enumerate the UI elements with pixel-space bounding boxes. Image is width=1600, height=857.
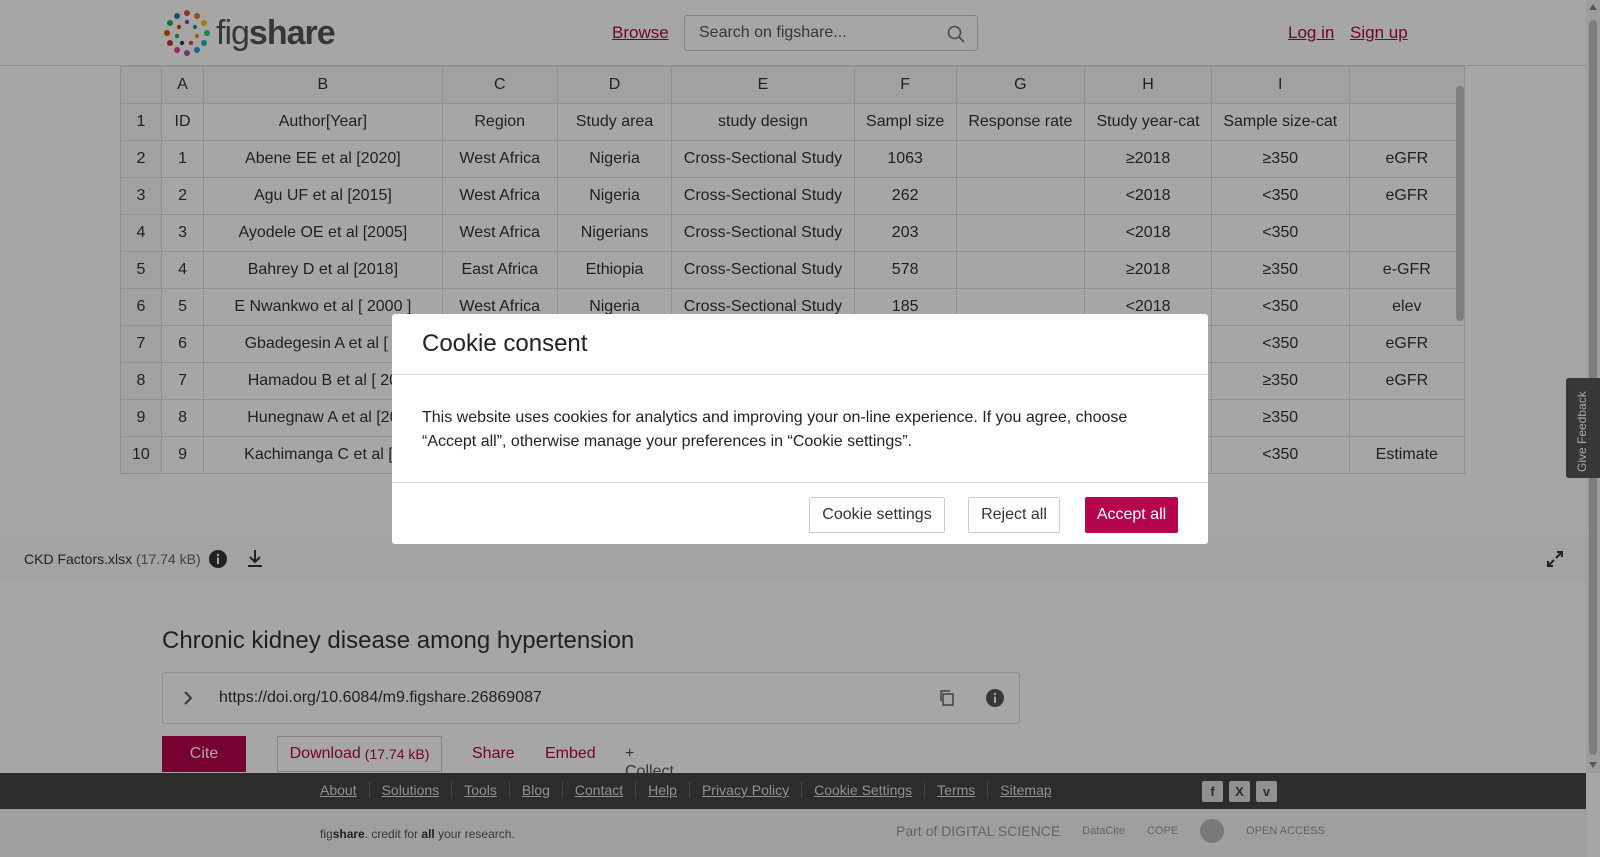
cookie-consent-title: Cookie consent [422,330,588,357]
divider [392,482,1208,483]
accept-all-button[interactable]: Accept all [1085,497,1178,533]
reject-all-button[interactable]: Reject all [968,497,1060,533]
cookie-consent-dialog: Cookie consent This website uses cookies… [392,314,1208,544]
cookie-consent-text: This website uses cookies for analytics … [422,409,1128,450]
divider [392,374,1208,375]
cookie-settings-button[interactable]: Cookie settings [809,497,945,533]
